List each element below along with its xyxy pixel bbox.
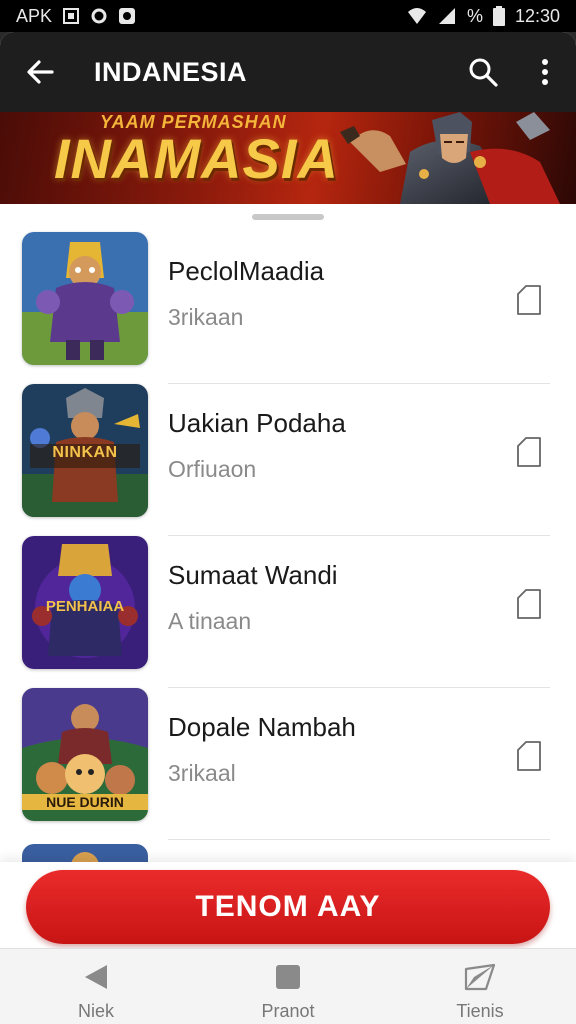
top-app-bar: INDANESIA (0, 32, 576, 112)
item-subtitle: Orfiuaon (168, 456, 257, 482)
thumbnail-caption: NUE DURIN (22, 794, 148, 810)
row-divider (168, 839, 550, 840)
banner-title: INAMASIA (54, 127, 339, 190)
item-subtitle: 3rikaan (168, 304, 244, 330)
more-options-button[interactable] (514, 32, 576, 112)
signal-icon (437, 7, 457, 25)
nav-item-send[interactable]: Tienis (384, 949, 576, 1024)
thumbnail-caption: NINKAN (52, 444, 118, 461)
nav-item-back[interactable]: Niek (0, 949, 192, 1024)
nav-label: Pranot (261, 1001, 315, 1021)
square-icon (276, 965, 300, 989)
game-thumbnail: NINKAN (22, 384, 148, 517)
arrow-left-icon (27, 60, 54, 84)
item-title: PeclolMaadia (168, 256, 325, 286)
thumbnail-caption: PENHAIAA (45, 598, 125, 615)
file-icon[interactable] (516, 436, 542, 468)
record-icon (118, 7, 136, 25)
game-thumbnail (22, 232, 148, 365)
more-vertical-icon (542, 59, 548, 85)
page-title: INDANESIA (94, 56, 248, 87)
item-title: Dopale Nambah (168, 712, 356, 742)
back-button[interactable] (0, 32, 80, 112)
battery-percent: % (466, 5, 483, 26)
promo-banner[interactable]: YAAM PERMASHAN INAMASIA (0, 112, 576, 204)
file-icon[interactable] (516, 284, 542, 316)
search-button[interactable] (452, 32, 514, 112)
list-item[interactable]: NUE DURIN Dopale Nambah 3rikaal (0, 660, 576, 840)
bottom-navigation: Niek Pranot Tienis (0, 948, 576, 1024)
item-subtitle: A tinaan (168, 608, 252, 634)
item-title: Sumaat Wandi (168, 560, 338, 590)
paper-plane-icon (464, 963, 496, 991)
list-item[interactable]: PENHAIAA Sumaat Wandi A tinaan (0, 508, 576, 688)
nav-item-home[interactable]: Pranot (192, 949, 384, 1024)
battery-icon (492, 6, 505, 26)
clock: 12:30 (514, 5, 560, 26)
list-item[interactable]: PeclolMaadia 3rikaan (0, 204, 576, 384)
app-window: INDANESIA YAAM PERMASHAN INAMASIA Peclol… (0, 32, 576, 1024)
game-thumbnail: NUE DURIN (22, 688, 148, 821)
primary-action-button[interactable]: TENOM AAY (26, 870, 550, 944)
file-icon[interactable] (516, 740, 542, 772)
list-item[interactable]: NINKAN Uakian Podaha Orfiuaon (0, 356, 576, 536)
carrier-label: APK (16, 5, 53, 26)
item-title: Uakian Podaha (168, 408, 346, 438)
sync-icon (90, 7, 108, 25)
status-bar: APK % 12:30 (0, 0, 576, 32)
wifi-icon (407, 7, 427, 25)
nav-label: Tienis (456, 1001, 504, 1021)
notification-icon (62, 7, 80, 25)
game-thumbnail: PENHAIAA (22, 536, 148, 669)
file-icon[interactable] (516, 588, 542, 620)
item-subtitle: 3rikaal (168, 760, 236, 786)
warrior-hero-image (340, 112, 560, 204)
back-triangle-icon (85, 965, 107, 989)
nav-label: Niek (77, 1001, 114, 1021)
search-icon (469, 58, 498, 87)
